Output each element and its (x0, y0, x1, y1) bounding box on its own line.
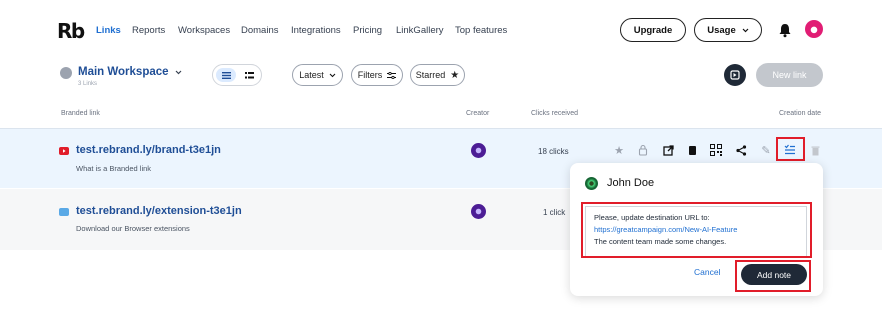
workspace-icon (60, 67, 72, 79)
author-avatar (585, 177, 598, 190)
compact-view-button[interactable] (239, 68, 259, 82)
header-branded-link: Branded link (61, 110, 100, 117)
nav-links[interactable]: Links (96, 25, 121, 36)
filters-button[interactable]: Filters (351, 64, 403, 86)
grid-list-icon (244, 71, 254, 78)
sort-label: Latest (299, 70, 324, 80)
upgrade-label: Upgrade (633, 24, 673, 36)
header-clicks: Clicks received (531, 110, 579, 117)
link-description: Download our Browser extensions (76, 224, 190, 233)
chevron-down-icon (329, 73, 336, 77)
share-icon[interactable] (734, 143, 748, 157)
lock-icon[interactable] (636, 143, 650, 157)
header-creator: Creator (466, 110, 490, 117)
nav-domains[interactable]: Domains (241, 25, 279, 36)
usage-label: Usage (707, 24, 736, 36)
rebrandly-extension-icon (59, 208, 69, 216)
edit-pencil-icon[interactable]: ✎ (759, 143, 773, 157)
starred-label: Starred (415, 70, 446, 80)
star-icon: ★ (450, 69, 460, 81)
add-note-highlight (735, 260, 811, 292)
note-author: John Doe (607, 177, 655, 189)
user-avatar[interactable] (805, 20, 823, 38)
new-link-button[interactable]: New link (756, 63, 823, 87)
workspace-title: Main Workspace (78, 66, 169, 78)
youtube-icon (59, 147, 69, 155)
new-link-label: New link (772, 70, 807, 80)
rebrandly-logo[interactable]: Rb (57, 19, 85, 43)
list-view-button[interactable] (216, 68, 236, 82)
chevron-down-icon (175, 70, 181, 74)
nav-linkgallery[interactable]: LinkGallery (396, 25, 444, 36)
open-external-icon[interactable] (661, 143, 675, 157)
starred-filter-button[interactable]: Starred ★ (410, 64, 465, 86)
usage-dropdown[interactable]: Usage (694, 18, 762, 42)
link-description: What is a Branded link (76, 164, 152, 173)
workspace-selector[interactable]: Main Workspace (78, 66, 182, 78)
nav-top-features[interactable]: Top features (455, 25, 507, 36)
top-navigation: Rb Links Reports Workspaces Domains Inte… (0, 0, 882, 58)
branded-link[interactable]: test.rebrand.ly/extension-t3e1jn (76, 205, 242, 217)
view-toggle (212, 64, 262, 86)
workspace-link-count: 3 Links (78, 81, 98, 87)
cancel-button[interactable]: Cancel (694, 267, 720, 277)
branded-link[interactable]: test.rebrand.ly/brand-t3e1jn (76, 144, 221, 156)
list-icon (221, 71, 231, 79)
sort-dropdown[interactable]: Latest (292, 64, 343, 86)
notes-button-highlight (776, 137, 805, 161)
stats-button[interactable] (724, 64, 746, 86)
star-icon[interactable]: ★ (612, 143, 626, 157)
filters-label: Filters (357, 70, 383, 80)
chevron-down-icon (742, 28, 749, 32)
qr-code-icon[interactable] (709, 143, 723, 157)
creator-avatar (471, 204, 486, 219)
creator-avatar (471, 143, 486, 158)
filter-icon (387, 71, 397, 79)
nav-workspaces[interactable]: Workspaces (178, 25, 230, 36)
trash-icon[interactable] (808, 143, 822, 157)
click-count: 18 clicks (538, 147, 569, 156)
nav-pricing[interactable]: Pricing (353, 25, 382, 36)
note-textarea-highlight (581, 202, 812, 258)
click-count: 1 click (543, 208, 566, 217)
bell-icon[interactable] (778, 22, 792, 38)
copy-icon[interactable] (685, 143, 699, 157)
header-creation-date: Creation date (779, 110, 822, 117)
nav-integrations[interactable]: Integrations (291, 25, 341, 36)
chart-icon (730, 70, 740, 80)
nav-reports[interactable]: Reports (132, 25, 165, 36)
upgrade-button[interactable]: Upgrade (620, 18, 686, 42)
